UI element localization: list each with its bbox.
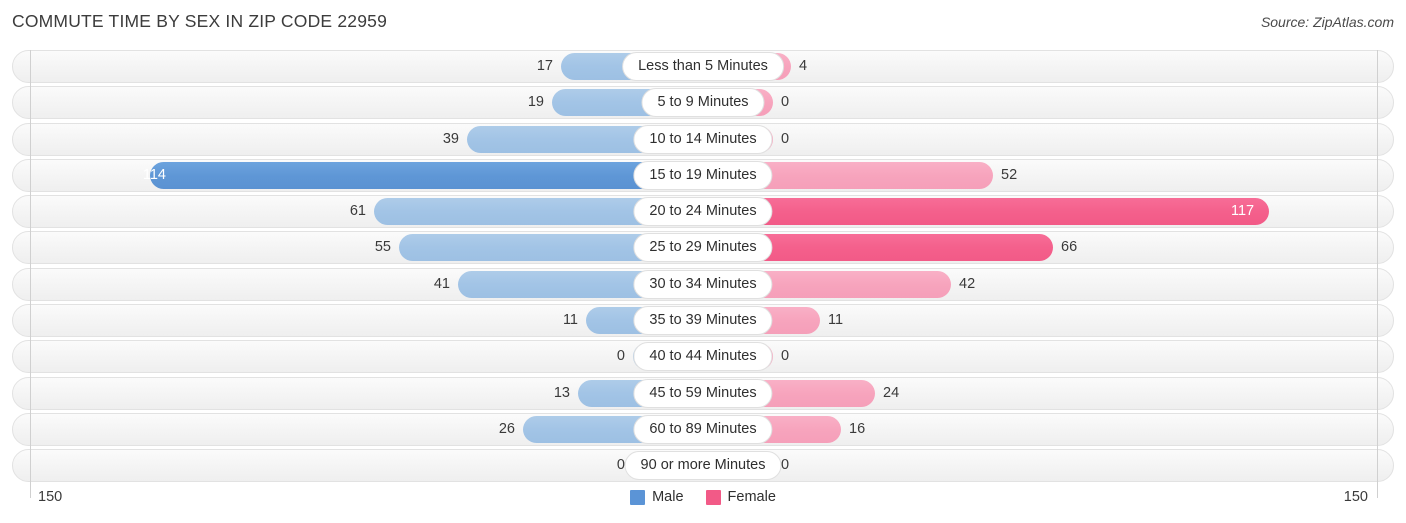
value-label-male: 39 bbox=[442, 130, 459, 147]
legend-label: Male bbox=[652, 489, 684, 505]
table-row: 61 117 20 to 24 Minutes bbox=[0, 195, 1406, 229]
table-row: 55 66 25 to 29 Minutes bbox=[0, 231, 1406, 265]
category-label: 45 to 59 Minutes bbox=[633, 378, 773, 408]
value-label-female: 4 bbox=[799, 58, 808, 74]
value-label-male: 17 bbox=[536, 58, 553, 74]
square-swatch-icon bbox=[705, 489, 721, 505]
plot-area: 17 4 Less than 5 Minutes 19 0 5 to 9 Minutes 3… bbox=[0, 50, 1406, 498]
value-label-female: 52 bbox=[1001, 166, 1018, 183]
axis-line-right bbox=[1377, 50, 1378, 498]
legend-item-male[interactable]: Male bbox=[630, 489, 684, 505]
table-row: 39 0 10 to 14 Minutes bbox=[0, 122, 1406, 156]
value-label-male: 13 bbox=[553, 384, 570, 401]
category-label: 30 to 34 Minutes bbox=[633, 269, 773, 299]
value-label-female: 24 bbox=[883, 384, 900, 401]
legend-item-female[interactable]: Female bbox=[705, 489, 776, 505]
value-label-female: 117 bbox=[1231, 203, 1255, 220]
table-row: 19 0 5 to 9 Minutes bbox=[0, 86, 1406, 120]
category-label: 40 to 44 Minutes bbox=[633, 342, 773, 372]
value-label-male: 19 bbox=[527, 94, 544, 111]
value-label-male: 0 bbox=[616, 348, 625, 365]
table-row: 114 52 15 to 19 Minutes bbox=[0, 158, 1406, 192]
table-row: 26 16 60 to 89 Minutes bbox=[0, 412, 1406, 446]
value-label-female: 0 bbox=[781, 457, 790, 474]
category-label: Less than 5 Minutes bbox=[622, 52, 784, 81]
value-label-female: 42 bbox=[959, 275, 976, 292]
category-label: 90 or more Minutes bbox=[624, 451, 782, 481]
page-title: COMMUTE TIME BY SEX IN ZIP CODE 22959 bbox=[12, 11, 388, 31]
chart-header: COMMUTE TIME BY SEX IN ZIP CODE 22959 So… bbox=[0, 0, 1406, 42]
chart-footer: 150 150 Male Female bbox=[0, 486, 1406, 523]
square-swatch-icon bbox=[630, 489, 646, 505]
value-label-female: 0 bbox=[781, 348, 790, 365]
category-label: 5 to 9 Minutes bbox=[641, 88, 765, 118]
value-label-male: 114 bbox=[142, 166, 166, 183]
category-label: 15 to 19 Minutes bbox=[633, 160, 773, 190]
value-label-female: 0 bbox=[781, 130, 790, 147]
table-row: 11 11 35 to 39 Minutes bbox=[0, 304, 1406, 338]
category-label: 60 to 89 Minutes bbox=[633, 414, 773, 444]
value-label-female: 11 bbox=[828, 312, 844, 329]
table-row: 0 0 90 or more Minutes bbox=[0, 449, 1406, 483]
value-label-male: 11 bbox=[562, 312, 578, 329]
value-label-female: 0 bbox=[781, 94, 790, 111]
commute-time-chart: COMMUTE TIME BY SEX IN ZIP CODE 22959 So… bbox=[0, 0, 1406, 523]
category-label: 35 to 39 Minutes bbox=[633, 306, 773, 336]
value-label-male: 55 bbox=[374, 239, 391, 256]
value-label-male: 61 bbox=[349, 203, 366, 220]
category-label: 10 to 14 Minutes bbox=[633, 124, 773, 154]
bar-male[interactable] bbox=[150, 161, 703, 189]
value-label-male: 41 bbox=[433, 275, 450, 292]
value-label-female: 66 bbox=[1061, 239, 1078, 256]
category-label: 20 to 24 Minutes bbox=[633, 197, 773, 227]
bar-female[interactable] bbox=[703, 198, 1269, 226]
table-row: 17 4 Less than 5 Minutes bbox=[0, 50, 1406, 83]
value-label-male: 26 bbox=[498, 420, 515, 437]
legend-label: Female bbox=[727, 489, 776, 505]
source-attribution: Source: ZipAtlas.com bbox=[1260, 14, 1394, 30]
bar-rows: 17 4 Less than 5 Minutes 19 0 5 to 9 Minutes 3… bbox=[0, 50, 1406, 486]
table-row: 13 24 45 to 59 Minutes bbox=[0, 376, 1406, 410]
axis-line-left bbox=[30, 50, 31, 498]
table-row: 41 42 30 to 34 Minutes bbox=[0, 267, 1406, 301]
value-label-female: 16 bbox=[849, 420, 866, 437]
chart-legend: Male Female bbox=[0, 489, 1406, 505]
table-row: 0 0 40 to 44 Minutes bbox=[0, 340, 1406, 374]
category-label: 25 to 29 Minutes bbox=[633, 233, 773, 263]
